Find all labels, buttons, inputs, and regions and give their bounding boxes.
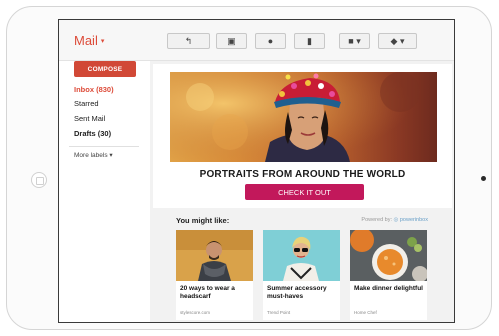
sidebar-item-drafts[interactable]: Drafts (30) xyxy=(74,129,111,138)
mail-screen: Mail ▾ ↰ ▣ ● ▮ ■ ▾ ◆ ▾ COMPOSE Inbox (830… xyxy=(58,19,455,323)
compose-button[interactable]: COMPOSE xyxy=(74,61,136,77)
recommendation-card[interactable]: Make dinner delightful Home Chef xyxy=(350,230,427,320)
powered-by: Powered by: ◎ powerinbox xyxy=(361,217,428,223)
app-title: Mail xyxy=(74,33,98,48)
recommendation-image xyxy=(263,230,340,281)
home-button[interactable] xyxy=(31,172,47,188)
chevron-down-icon: ▾ xyxy=(100,38,105,45)
sidebar: COMPOSE Inbox (830) Starred Sent Mail Dr… xyxy=(59,61,149,322)
recommendation-card[interactable]: 20 ways to wear a headscarf stylescore.c… xyxy=(176,230,253,320)
app-title-menu[interactable]: Mail ▾ xyxy=(74,33,104,48)
email-card: PORTRAITS FROM AROUND THE WORLD CHECK IT… xyxy=(153,64,452,208)
recommendation-source: Trend Point xyxy=(267,310,291,315)
recommendation-title: Make dinner delightful xyxy=(354,285,423,292)
hero-image xyxy=(170,72,437,162)
labels-button[interactable]: ◆ ▾ xyxy=(378,33,417,49)
more-labels-label: More labels xyxy=(74,152,108,159)
recommendation-title: Summer accessory must-haves xyxy=(267,285,327,300)
sidebar-divider xyxy=(69,146,139,147)
top-toolbar: Mail ▾ ↰ ▣ ● ▮ ■ ▾ ◆ ▾ xyxy=(59,20,454,61)
recommendation-image xyxy=(350,230,427,281)
reply-button[interactable]: ↰ xyxy=(167,33,210,49)
more-labels-link[interactable]: More labels ▾ xyxy=(74,151,113,159)
camera-dot xyxy=(481,176,486,181)
portrait-illustration xyxy=(170,72,437,162)
recommendation-source: Home Chef xyxy=(354,310,377,315)
sidebar-item-inbox[interactable]: Inbox (830) xyxy=(74,85,114,94)
recommendations-title: You might like: xyxy=(176,216,230,225)
archive-icon: ▣ xyxy=(227,35,236,46)
reply-icon: ↰ xyxy=(184,35,193,46)
report-spam-button[interactable]: ● xyxy=(255,33,286,49)
email-headline: PORTRAITS FROM AROUND THE WORLD xyxy=(199,169,406,180)
delete-button[interactable]: ▮ xyxy=(294,33,325,49)
powered-by-label: Powered by: xyxy=(361,217,392,223)
recommendation-image xyxy=(176,230,253,281)
powerinbox-logo: ◎ powerinbox xyxy=(393,217,428,223)
tag-icon: ◆ ▾ xyxy=(390,35,405,46)
recommendation-title: 20 ways to wear a headscarf xyxy=(180,285,235,300)
recommendation-card[interactable]: Summer accessory must-haves Trend Point xyxy=(263,230,340,320)
archive-button[interactable]: ▣ xyxy=(216,33,247,49)
sidebar-item-sent-mail[interactable]: Sent Mail xyxy=(74,114,105,123)
folder-icon: ■ ▾ xyxy=(348,35,361,46)
trash-icon: ▮ xyxy=(307,35,312,46)
sidebar-item-starred[interactable]: Starred xyxy=(74,99,99,108)
recommendation-source: stylescore.com xyxy=(180,310,211,315)
email-content: PORTRAITS FROM AROUND THE WORLD CHECK IT… xyxy=(150,61,454,322)
check-it-out-button[interactable]: CHECK IT OUT xyxy=(245,184,364,200)
chevron-down-icon: ▾ xyxy=(109,152,113,159)
move-to-button[interactable]: ■ ▾ xyxy=(339,33,370,49)
alert-icon: ● xyxy=(267,36,274,46)
